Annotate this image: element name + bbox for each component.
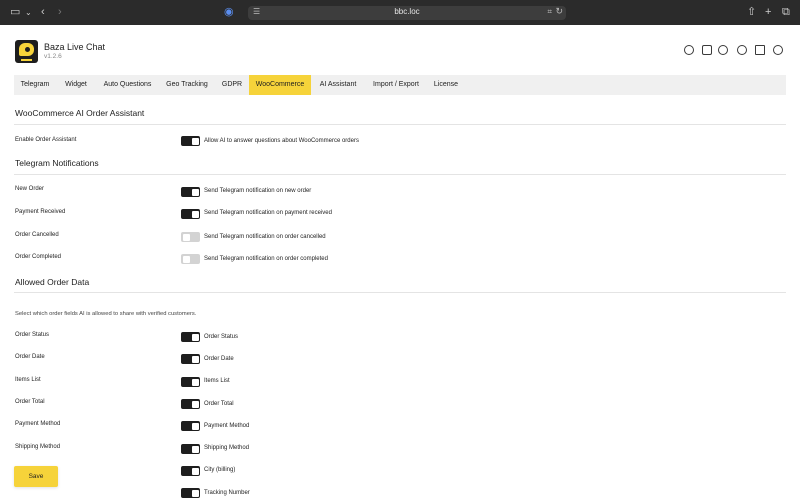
divider	[14, 292, 786, 293]
section-title-order-assistant: WooCommerce AI Order Assistant	[15, 108, 145, 118]
field-label: Order Status	[15, 332, 50, 338]
toggle-order-completed[interactable]	[181, 254, 200, 264]
settings-tabs: Telegram Widget Auto Questions Geo Track…	[14, 75, 786, 95]
tab-gdpr[interactable]: GDPR	[215, 75, 249, 95]
chevron-down-icon[interactable]: ⌄	[25, 6, 32, 19]
browser-toolbar: ▭ ⌄ ‹ › ◉ ☰ bbc.loc ⌗ ↻ ⇧ + ⧉	[0, 0, 800, 25]
field-label: Order Total	[15, 399, 45, 405]
toggle-text: Items List	[204, 378, 230, 384]
url-text: bbc.loc	[394, 7, 420, 16]
toggle-text: Order Total	[204, 401, 234, 407]
toggle-city-billing[interactable]	[181, 466, 200, 476]
toggle-text: Order Status	[204, 334, 239, 340]
app-logo	[15, 40, 38, 63]
translate-icon[interactable]: ⌗	[547, 7, 552, 17]
field-label: Order Cancelled	[15, 232, 59, 238]
section-title-allowed-order-data: Allowed Order Data	[15, 277, 90, 287]
back-icon[interactable]: ‹	[41, 6, 45, 19]
tab-woocommerce[interactable]: WooCommerce	[249, 75, 311, 95]
field-label: New Order	[15, 186, 45, 192]
toggle-text: Tracking Number	[204, 490, 250, 496]
toggle-text: Send Telegram notification on new order	[204, 188, 312, 194]
toggle-text: Send Telegram notification on order comp…	[204, 256, 328, 262]
toggle-payment-method[interactable]	[181, 421, 200, 431]
share-icon[interactable]: ⇧	[747, 6, 756, 19]
docs-book-icon[interactable]	[755, 45, 765, 55]
address-bar[interactable]: ☰ bbc.loc ⌗ ↻	[248, 6, 566, 20]
tab-telegram[interactable]: Telegram	[14, 75, 56, 95]
toggle-order-status[interactable]	[181, 332, 200, 342]
toggle-text: Allow AI to answer questions about WooCo…	[204, 138, 359, 144]
tab-license[interactable]: License	[427, 75, 465, 95]
field-label: Order Completed	[15, 254, 62, 260]
toggle-items-list[interactable]	[181, 377, 200, 387]
divider	[14, 124, 786, 125]
toggle-text: Payment Method	[204, 423, 250, 429]
video-icon[interactable]	[702, 45, 712, 55]
sidebar-toggle-icon[interactable]: ▭	[10, 6, 20, 19]
toggle-order-total[interactable]	[181, 399, 200, 409]
tab-widget[interactable]: Widget	[56, 75, 96, 95]
settings-icon[interactable]	[684, 45, 694, 55]
tab-favicon-icon: ◉	[224, 6, 234, 18]
toggle-text: Send Telegram notification on payment re…	[204, 210, 332, 216]
field-label: Payment Received	[15, 209, 66, 215]
toggle-new-order[interactable]	[181, 187, 200, 197]
section-title-telegram-notifications: Telegram Notifications	[15, 158, 99, 168]
app-version: v1.2.6	[44, 53, 62, 60]
toggle-text: Send Telegram notification on order canc…	[204, 234, 326, 240]
tab-ai-assistant[interactable]: AI Assistant	[311, 75, 365, 95]
history-icon[interactable]	[718, 45, 728, 55]
toggle-shipping-method[interactable]	[181, 444, 200, 454]
tab-import-export[interactable]: Import / Export	[365, 75, 427, 95]
header-icons	[684, 45, 784, 57]
target-icon[interactable]	[737, 45, 747, 55]
tab-auto-questions[interactable]: Auto Questions	[96, 75, 159, 95]
toggle-order-date[interactable]	[181, 354, 200, 364]
new-tab-icon[interactable]: +	[765, 6, 771, 19]
toggle-tracking-number[interactable]	[181, 488, 200, 498]
field-label: Items List	[15, 377, 41, 383]
tab-overview-icon[interactable]: ⧉	[782, 6, 790, 19]
toggle-payment-received[interactable]	[181, 209, 200, 219]
toggle-text: Order Date	[204, 356, 234, 362]
reload-icon[interactable]: ↻	[555, 6, 563, 17]
tab-geo-tracking[interactable]: Geo Tracking	[159, 75, 215, 95]
account-icon[interactable]	[773, 45, 783, 55]
divider	[14, 174, 786, 175]
field-label: Order Date	[15, 354, 45, 360]
toggle-order-cancelled[interactable]	[181, 232, 200, 242]
section-description: Select which order fields AI is allowed …	[15, 311, 197, 317]
field-label: Payment Method	[15, 421, 61, 427]
field-label: Shipping Method	[15, 444, 61, 450]
toggle-enable-order-assistant[interactable]	[181, 136, 200, 146]
save-button[interactable]: Save	[14, 466, 58, 487]
forward-icon[interactable]: ›	[58, 6, 62, 19]
field-label: Enable Order Assistant	[15, 137, 77, 143]
app-title: Baza Live Chat	[44, 42, 106, 52]
toggle-text: City (billing)	[204, 467, 236, 473]
toggle-text: Shipping Method	[204, 445, 250, 451]
